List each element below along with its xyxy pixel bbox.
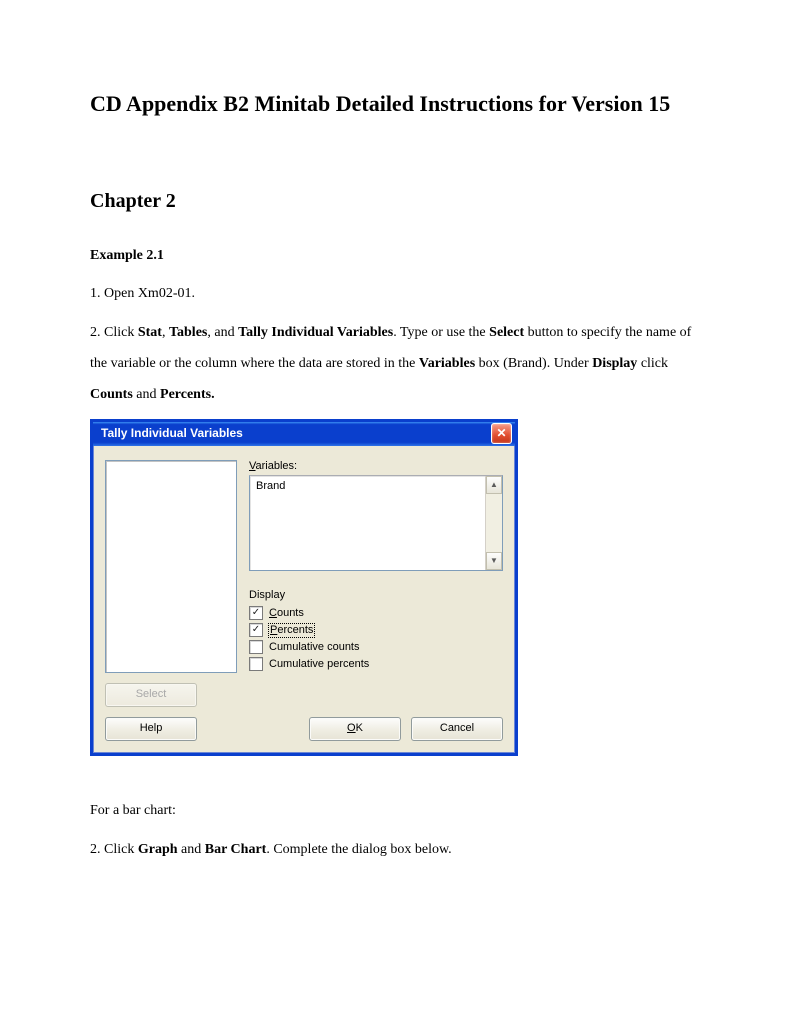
bold-tables: Tables	[169, 325, 207, 340]
text: ercents	[277, 624, 313, 636]
text: 2. Click	[90, 842, 138, 857]
bar-chart-step: 2. Click Graph and Bar Chart. Complete t…	[90, 835, 711, 866]
checkbox-percents[interactable]: ✓	[249, 623, 263, 637]
underline: O	[347, 722, 356, 735]
chapter-heading: Chapter 2	[90, 179, 711, 223]
checkbox-counts-row[interactable]: ✓ Counts	[249, 605, 503, 622]
bold-counts: Counts	[90, 387, 133, 402]
text: ,	[162, 325, 169, 340]
checkbox-counts[interactable]: ✓	[249, 606, 263, 620]
checkbox-cumulative-percents-row[interactable]: Cumulative percents	[249, 656, 503, 673]
text: click	[637, 356, 668, 371]
dialog-title: Tally Individual Variables	[101, 426, 243, 440]
check-icon: ✓	[252, 625, 260, 635]
checkbox-cumulative-counts-label: Cumulative counts	[269, 641, 360, 654]
underline: C	[269, 607, 277, 619]
text: and	[133, 387, 160, 402]
example-label: Example 2.1	[90, 241, 711, 272]
variables-value: Brand	[256, 480, 285, 492]
scroll-down-button[interactable]: ▼	[486, 552, 502, 570]
checkbox-percents-row[interactable]: ✓ Percents	[249, 622, 503, 639]
bold-select: Select	[489, 325, 524, 340]
scrollbar[interactable]: ▲ ▼	[485, 476, 502, 570]
bold-percents: Percents.	[160, 387, 215, 402]
step-1: 1. Open Xm02-01.	[90, 279, 711, 310]
chevron-down-icon: ▼	[490, 556, 498, 566]
variables-label: Variables:	[249, 460, 503, 473]
bold-stat: Stat	[138, 325, 162, 340]
check-icon: ✓	[252, 608, 260, 618]
variables-input[interactable]: Brand ▲ ▼	[249, 475, 503, 571]
text: K	[356, 722, 363, 735]
page-title: CD Appendix B2 Minitab Detailed Instruct…	[90, 90, 711, 119]
close-button[interactable]: ✕	[491, 423, 512, 444]
dialog-tally-individual-variables: Tally Individual Variables ✕ Variables: …	[90, 419, 518, 756]
close-icon: ✕	[496, 426, 506, 440]
source-listbox[interactable]	[105, 460, 237, 673]
help-button[interactable]: Help	[105, 717, 197, 741]
text: 2. Click	[90, 325, 138, 340]
text: . Complete the dialog box below.	[266, 842, 451, 857]
bold-variables: Variables	[419, 356, 475, 371]
cancel-button[interactable]: Cancel	[411, 717, 503, 741]
display-group-label: Display	[249, 589, 503, 602]
text: box (Brand). Under	[475, 356, 592, 371]
checkbox-cumulative-percents[interactable]	[249, 657, 263, 671]
scroll-up-button[interactable]: ▲	[486, 476, 502, 494]
checkbox-counts-label: Counts	[269, 607, 304, 620]
chevron-up-icon: ▲	[490, 480, 498, 490]
select-button[interactable]: Select	[105, 683, 197, 707]
checkbox-cumulative-counts-row[interactable]: Cumulative counts	[249, 639, 503, 656]
text: . Type or use the	[393, 325, 489, 340]
bold-display: Display	[592, 356, 637, 371]
bar-chart-intro: For a bar chart:	[90, 796, 711, 827]
checkbox-percents-label: Percents	[269, 624, 314, 637]
dialog-titlebar[interactable]: Tally Individual Variables ✕	[93, 422, 515, 446]
text: and	[178, 842, 205, 857]
bold-bar-chart: Bar Chart	[205, 842, 267, 857]
bold-tiv: Tally Individual Variables	[238, 325, 393, 340]
text: ounts	[277, 607, 304, 619]
text: ariables:	[256, 460, 298, 472]
checkbox-cumulative-counts[interactable]	[249, 640, 263, 654]
text: , and	[207, 325, 238, 340]
step-2: 2. Click Stat, Tables, and Tally Individ…	[90, 318, 711, 410]
bold-graph: Graph	[138, 842, 178, 857]
ok-button[interactable]: OK	[309, 717, 401, 741]
checkbox-cumulative-percents-label: Cumulative percents	[269, 658, 369, 671]
